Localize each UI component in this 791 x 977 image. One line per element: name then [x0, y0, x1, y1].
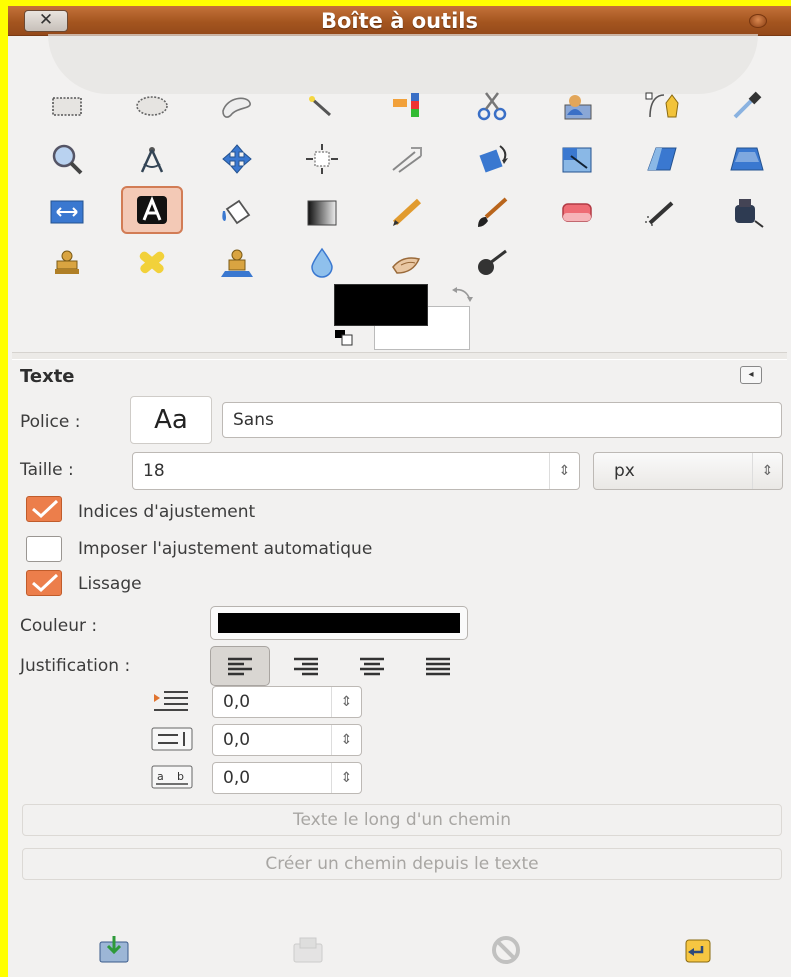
- justify-center-button[interactable]: [342, 646, 402, 686]
- svg-text:a: a: [157, 770, 164, 783]
- font-label: Police :: [20, 412, 81, 432]
- scale-icon[interactable]: [546, 135, 608, 183]
- color-label: Couleur :: [20, 616, 98, 636]
- size-label: Taille :: [20, 460, 74, 480]
- letter-spacing-spinbutton[interactable]: 0,0 ⇕: [212, 762, 362, 794]
- blend-icon[interactable]: [291, 188, 353, 236]
- delete-options-icon[interactable]: [486, 932, 526, 968]
- size-spinbutton[interactable]: 18 ⇕: [132, 452, 580, 490]
- tab-menu-button[interactable]: ◂: [740, 366, 762, 384]
- default-colors-icon[interactable]: [334, 329, 358, 349]
- ellipse-select-icon[interactable]: [121, 82, 183, 130]
- window-title: Boîte à outils: [320, 9, 479, 33]
- pencil-icon[interactable]: [376, 188, 438, 236]
- paintbrush-icon[interactable]: [461, 188, 523, 236]
- font-preview-button[interactable]: Aa: [130, 396, 212, 444]
- flip-icon[interactable]: [36, 188, 98, 236]
- indent-spinbutton[interactable]: 0,0 ⇕: [212, 686, 362, 718]
- hinting-label[interactable]: Indices d'ajustement: [78, 502, 255, 522]
- text-color-swatch: [218, 613, 460, 633]
- antialias-label[interactable]: Lissage: [78, 574, 142, 594]
- unit-combo[interactable]: px ⇕: [593, 452, 783, 490]
- letter-spacing-value: 0,0: [223, 768, 251, 788]
- align-icon[interactable]: [291, 135, 353, 183]
- reset-options-icon[interactable]: [676, 932, 716, 968]
- rotate-icon[interactable]: [461, 135, 523, 183]
- unit-value: px: [614, 461, 635, 481]
- swap-colors-icon[interactable]: [450, 286, 474, 304]
- line-spacing-value: 0,0: [223, 730, 251, 750]
- window-menu-icon[interactable]: [749, 14, 767, 28]
- ink-icon[interactable]: [716, 188, 778, 236]
- align-center-icon: [360, 657, 384, 676]
- heal-icon[interactable]: [121, 238, 183, 286]
- svg-text:b: b: [177, 770, 184, 783]
- line-spacing-spinbutton[interactable]: 0,0 ⇕: [212, 724, 362, 756]
- hinting-checkbox[interactable]: [26, 496, 62, 522]
- tool-options-title: Texte: [20, 366, 75, 387]
- line-spacing-icon: [148, 725, 196, 753]
- fuzzy-select-icon[interactable]: [291, 82, 353, 130]
- check-icon: [32, 499, 59, 519]
- indent-spin-arrows[interactable]: ⇕: [331, 687, 361, 717]
- line-spacing-spin-arrows[interactable]: ⇕: [331, 725, 361, 755]
- foreground-color-swatch[interactable]: [334, 284, 428, 326]
- align-right-icon: [294, 657, 318, 676]
- size-spin-arrows[interactable]: ⇕: [549, 453, 579, 489]
- paths-icon[interactable]: [631, 82, 693, 130]
- force-autohint-label[interactable]: Imposer l'ajustement automatique: [78, 539, 372, 559]
- justify-left-button[interactable]: [210, 646, 270, 686]
- smudge-icon[interactable]: [376, 238, 438, 286]
- measure-icon[interactable]: [121, 135, 183, 183]
- restore-options-icon[interactable]: [288, 932, 328, 968]
- airbrush-icon[interactable]: [631, 188, 693, 236]
- indent-icon: [148, 686, 196, 714]
- dock-separator[interactable]: [12, 352, 787, 360]
- indent-value: 0,0: [223, 692, 251, 712]
- antialias-checkbox[interactable]: [26, 570, 62, 596]
- perspective-clone-icon[interactable]: [206, 238, 268, 286]
- letter-spacing-icon: ab: [148, 763, 196, 791]
- select-by-color-icon[interactable]: [376, 82, 438, 130]
- letter-spacing-spin-arrows[interactable]: ⇕: [331, 763, 361, 793]
- justify-fill-button[interactable]: [408, 646, 468, 686]
- foreground-select-icon[interactable]: [546, 82, 608, 130]
- blur-sharpen-icon[interactable]: [291, 238, 353, 286]
- free-select-icon[interactable]: [206, 82, 268, 130]
- size-value: 18: [143, 461, 165, 481]
- create-path-button[interactable]: Créer un chemin depuis le texte: [22, 848, 782, 880]
- save-options-icon[interactable]: [94, 932, 134, 968]
- font-entry[interactable]: Sans: [222, 402, 782, 438]
- text-icon[interactable]: [121, 186, 183, 234]
- title-bar[interactable]: ✕ Boîte à outils: [8, 6, 791, 36]
- force-autohint-checkbox[interactable]: [26, 536, 62, 562]
- justify-right-button[interactable]: [276, 646, 336, 686]
- align-left-icon: [228, 657, 252, 676]
- clone-icon[interactable]: [36, 238, 98, 286]
- scissors-select-icon[interactable]: [461, 82, 523, 130]
- rect-select-icon[interactable]: [36, 82, 98, 130]
- text-color-button[interactable]: [210, 606, 468, 640]
- bucket-fill-icon[interactable]: [206, 188, 268, 236]
- shear-icon[interactable]: [631, 135, 693, 183]
- perspective-icon[interactable]: [716, 135, 778, 183]
- check-icon: [32, 573, 59, 593]
- crop-icon[interactable]: [376, 135, 438, 183]
- align-justify-icon: [426, 657, 450, 676]
- eraser-icon[interactable]: [546, 188, 608, 236]
- move-icon[interactable]: [206, 135, 268, 183]
- justify-label: Justification :: [20, 656, 131, 676]
- unit-combo-arrows[interactable]: ⇕: [752, 453, 782, 489]
- fg-bg-color-area: [334, 284, 484, 352]
- toolbox-window: ✕ Boîte à outils Texte ◂ Police: Aa San…: [8, 6, 791, 977]
- zoom-icon[interactable]: [36, 135, 98, 183]
- color-picker-icon[interactable]: [716, 82, 778, 130]
- dodge-burn-icon[interactable]: [461, 238, 523, 286]
- text-along-path-button[interactable]: Texte le long d'un chemin: [22, 804, 782, 836]
